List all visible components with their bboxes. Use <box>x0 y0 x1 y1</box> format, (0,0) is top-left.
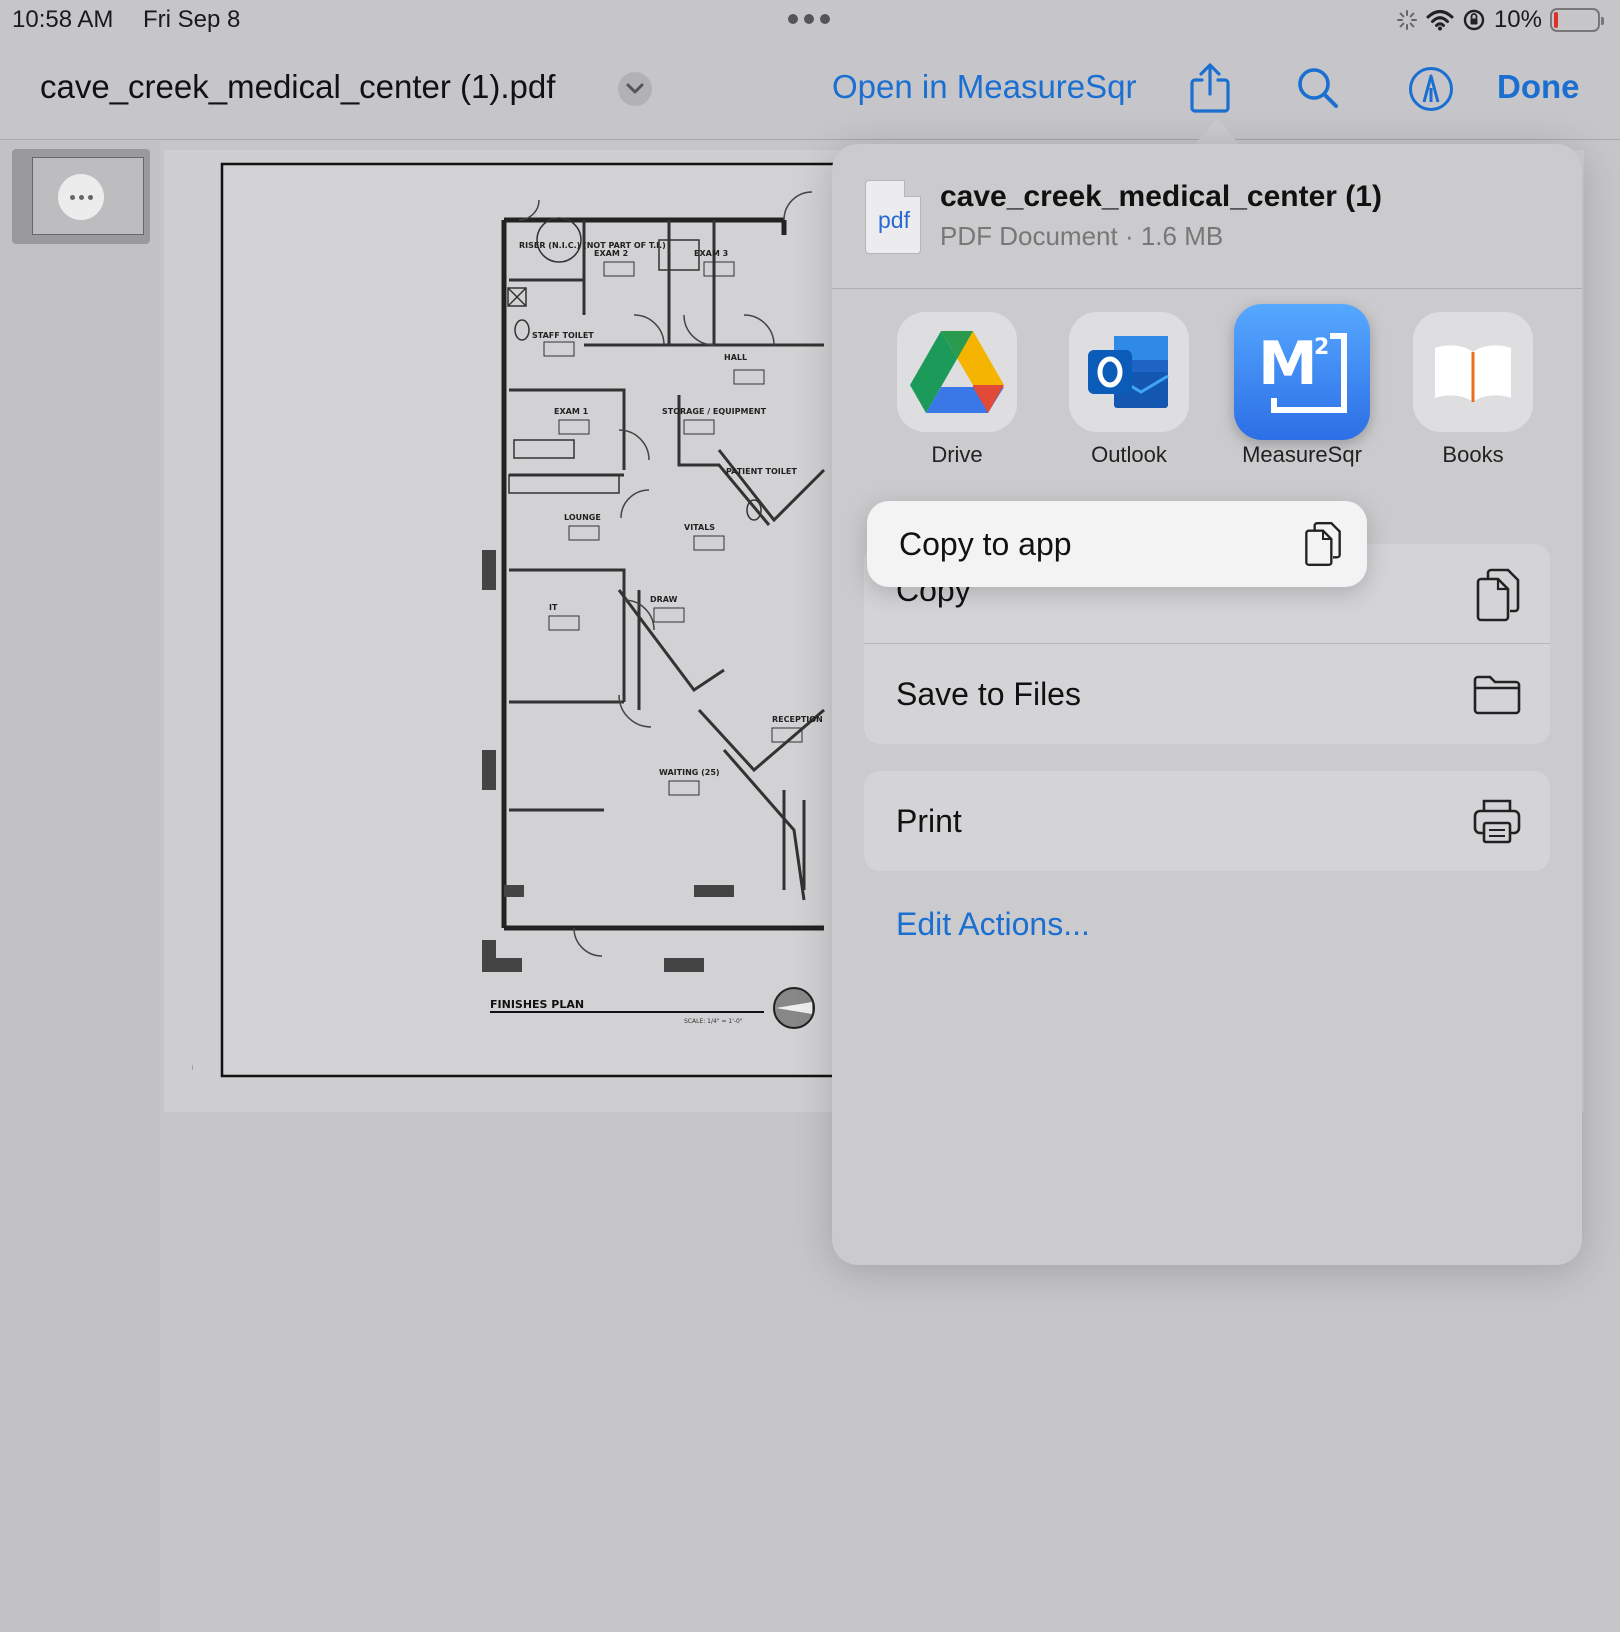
edit-actions-link[interactable]: Edit Actions... <box>896 906 1090 943</box>
outlook-icon[interactable] <box>1069 312 1189 432</box>
share-sheet: pdf cave_creek_medical_center (1) PDF Do… <box>832 144 1582 1265</box>
print-action[interactable]: Print <box>864 771 1550 871</box>
app-label: Outlook <box>1091 442 1167 467</box>
markup-icon[interactable] <box>1408 66 1454 117</box>
top-toolbar: cave_creek_medical_center (1).pdf Open i… <box>0 40 1620 140</box>
plan-scale: SCALE: 1/4" = 1'-0" <box>684 1018 743 1025</box>
measuresqr-icon[interactable]: M 2 <box>1234 304 1370 440</box>
more-options-icon[interactable] <box>58 174 104 220</box>
page-thumbnail-rail <box>0 141 160 1632</box>
room-label: PATIENT TOILET <box>726 467 797 476</box>
room-label: EXAM 1 <box>554 407 589 416</box>
share-app-measuresqr[interactable]: M 2 MeasureSqr <box>1229 304 1375 468</box>
share-app-drive[interactable]: Drive <box>887 312 1027 468</box>
room-label: WAITING (25) <box>659 768 720 777</box>
printer-icon <box>1472 797 1522 850</box>
room-label: EXAM 2 <box>594 249 628 258</box>
popover-arrow <box>1195 118 1239 144</box>
orientation-lock-icon <box>1463 9 1485 31</box>
room-label: RECEPTION <box>772 715 823 724</box>
room-label: LOUNGE <box>564 513 601 522</box>
books-icon[interactable] <box>1413 312 1533 432</box>
action-label: Save to Files <box>896 676 1081 712</box>
page-thumbnail[interactable] <box>12 149 150 244</box>
room-label: HALL <box>724 353 747 362</box>
action-label: Copy to app <box>899 526 1072 562</box>
app-label: Drive <box>931 442 983 467</box>
battery-percent: 10% <box>1493 6 1542 33</box>
wifi-icon <box>1426 10 1454 31</box>
status-bar: 10:58 AM Fri Sep 8 10% <box>0 0 1620 40</box>
copy-icon <box>1303 521 1343 572</box>
document-title[interactable]: cave_creek_medical_center (1).pdf <box>40 68 555 106</box>
share-app-row: Drive Outlook M 2 MeasureSqr Books <box>832 304 1582 482</box>
room-label: IT <box>549 603 558 612</box>
activity-spinner-icon <box>1396 10 1417 30</box>
room-label: RISER (N.I.C.) (NOT PART OF T.I.) <box>519 241 666 250</box>
svg-text:—: — <box>190 1065 196 1070</box>
plan-title: FINISHES PLAN <box>490 998 584 1011</box>
svg-text:M: M <box>1258 329 1318 399</box>
share-sheet-header: pdf cave_creek_medical_center (1) PDF Do… <box>832 144 1582 289</box>
action-label: Print <box>896 803 962 839</box>
svg-text:2: 2 <box>1314 335 1329 360</box>
room-label: DRAW <box>650 595 678 604</box>
pdf-file-icon: pdf <box>865 180 921 254</box>
file-meta: PDF Document · 1.6 MB <box>940 221 1224 251</box>
battery-icon <box>1550 8 1604 32</box>
copy-icon <box>1474 568 1522 627</box>
done-button[interactable]: Done <box>1497 68 1580 106</box>
folder-icon <box>1472 674 1522 721</box>
status-indicators: 10% <box>1396 6 1604 34</box>
share-app-outlook[interactable]: Outlook <box>1059 312 1199 468</box>
multitasking-dots-icon[interactable] <box>788 14 832 24</box>
search-icon[interactable] <box>1296 66 1340 115</box>
copy-to-app-action[interactable]: Copy to app <box>867 501 1367 587</box>
room-label: STAFF TOILET <box>532 331 594 340</box>
app-label: MeasureSqr <box>1242 442 1362 467</box>
google-drive-icon[interactable] <box>897 312 1017 432</box>
room-label: EXAM 3 <box>694 249 728 258</box>
status-time: 10:58 AM <box>12 6 114 33</box>
room-label: STORAGE / EQUIPMENT <box>662 407 767 416</box>
share-actions-group-2: Print <box>864 771 1550 871</box>
file-name: cave_creek_medical_center (1) <box>940 180 1382 213</box>
share-app-books[interactable]: Books <box>1403 312 1543 468</box>
status-date: Fri Sep 8 <box>143 6 241 33</box>
share-icon[interactable] <box>1188 62 1232 119</box>
save-to-files-action[interactable]: Save to Files <box>864 644 1550 744</box>
open-in-measuresqr-button[interactable]: Open in MeasureSqr <box>832 68 1137 106</box>
room-label: VITALS <box>684 523 715 532</box>
app-label: Books <box>1442 442 1504 467</box>
chevron-down-icon[interactable] <box>618 72 652 106</box>
